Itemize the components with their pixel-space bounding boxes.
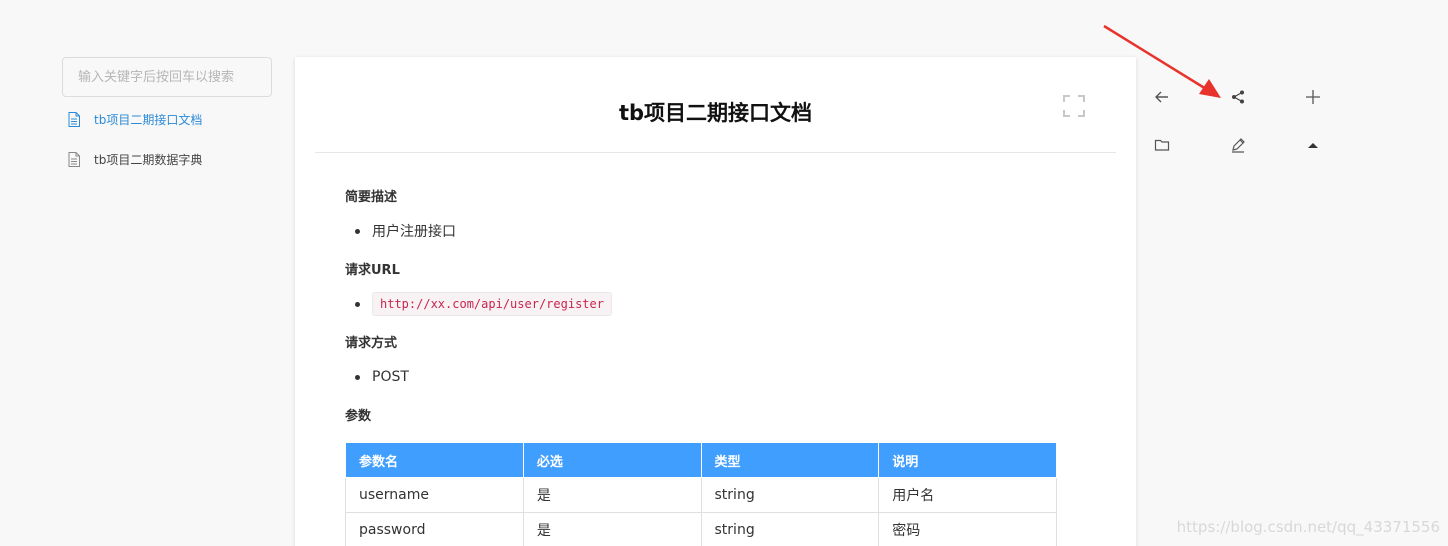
caret-up-icon bbox=[1308, 143, 1318, 148]
sidebar-item-data-dict[interactable]: tb项目二期数据字典 bbox=[62, 139, 272, 179]
table-cell: 是 bbox=[522, 477, 702, 513]
table-row: username 是 string 用户名 bbox=[345, 477, 1057, 513]
table-cell: string bbox=[700, 512, 880, 546]
sidebar-item-api-doc[interactable]: tb项目二期接口文档 bbox=[62, 99, 272, 139]
folder-button[interactable] bbox=[1148, 131, 1176, 159]
document-icon bbox=[68, 151, 80, 167]
doc-header: tb项目二期接口文档 bbox=[315, 57, 1116, 153]
page-title: tb项目二期接口文档 bbox=[618, 101, 813, 125]
add-button[interactable] bbox=[1299, 83, 1327, 111]
page: tb项目二期接口文档 tb项目二期数据字典 tb项目二期接口文档 简要描述 用户… bbox=[0, 0, 1448, 546]
table-header: 类型 bbox=[700, 442, 880, 478]
section-title-summary: 简要描述 bbox=[345, 190, 398, 205]
sidebar-item-label: tb项目二期接口文档 bbox=[94, 112, 203, 127]
watermark: https://blog.csdn.net/qq_43371556 bbox=[1176, 518, 1440, 536]
section-title-method: 请求方式 bbox=[345, 336, 398, 351]
url-code: http://xx.com/api/user/register bbox=[372, 292, 612, 316]
table-cell: string bbox=[700, 477, 880, 513]
list-item: POST bbox=[345, 362, 1057, 392]
list-item: 用户注册接口 bbox=[345, 216, 1057, 246]
plus-icon bbox=[1306, 90, 1320, 104]
sidebar: tb项目二期接口文档 tb项目二期数据字典 bbox=[62, 57, 272, 179]
annotation-arrow-icon bbox=[1103, 24, 1221, 98]
table-cell: 密码 bbox=[878, 512, 1057, 546]
fullscreen-icon[interactable] bbox=[1062, 94, 1086, 118]
sidebar-item-label: tb项目二期数据字典 bbox=[94, 152, 203, 167]
search-input[interactable] bbox=[62, 57, 272, 97]
table-cell: 用户名 bbox=[878, 477, 1057, 513]
folder-icon bbox=[1154, 139, 1170, 151]
table-cell: username bbox=[345, 477, 524, 513]
section-title-url: 请求URL bbox=[345, 263, 400, 278]
edit-button[interactable] bbox=[1224, 131, 1252, 159]
doc-content: 简要描述 用户注册接口 请求URL http://xx.com/api/user… bbox=[345, 187, 1057, 546]
table-header-row: 参数名 必选 类型 说明 bbox=[345, 442, 1057, 478]
table-header: 说明 bbox=[878, 442, 1057, 478]
table-cell: 是 bbox=[522, 512, 702, 546]
list-item: http://xx.com/api/user/register bbox=[345, 289, 1057, 319]
table-row: password 是 string 密码 bbox=[345, 512, 1057, 546]
table-header: 必选 bbox=[522, 442, 702, 478]
scroll-top-button[interactable] bbox=[1299, 131, 1327, 159]
params-table: 参数名 必选 类型 说明 username 是 string 用户名 passw… bbox=[345, 442, 1057, 546]
edit-icon bbox=[1232, 138, 1245, 153]
table-cell: password bbox=[345, 512, 524, 546]
section-title-params: 参数 bbox=[345, 409, 372, 424]
doc-card: tb项目二期接口文档 简要描述 用户注册接口 请求URL http://xx.c… bbox=[295, 57, 1136, 546]
document-icon bbox=[68, 111, 80, 127]
table-header: 参数名 bbox=[345, 442, 524, 478]
